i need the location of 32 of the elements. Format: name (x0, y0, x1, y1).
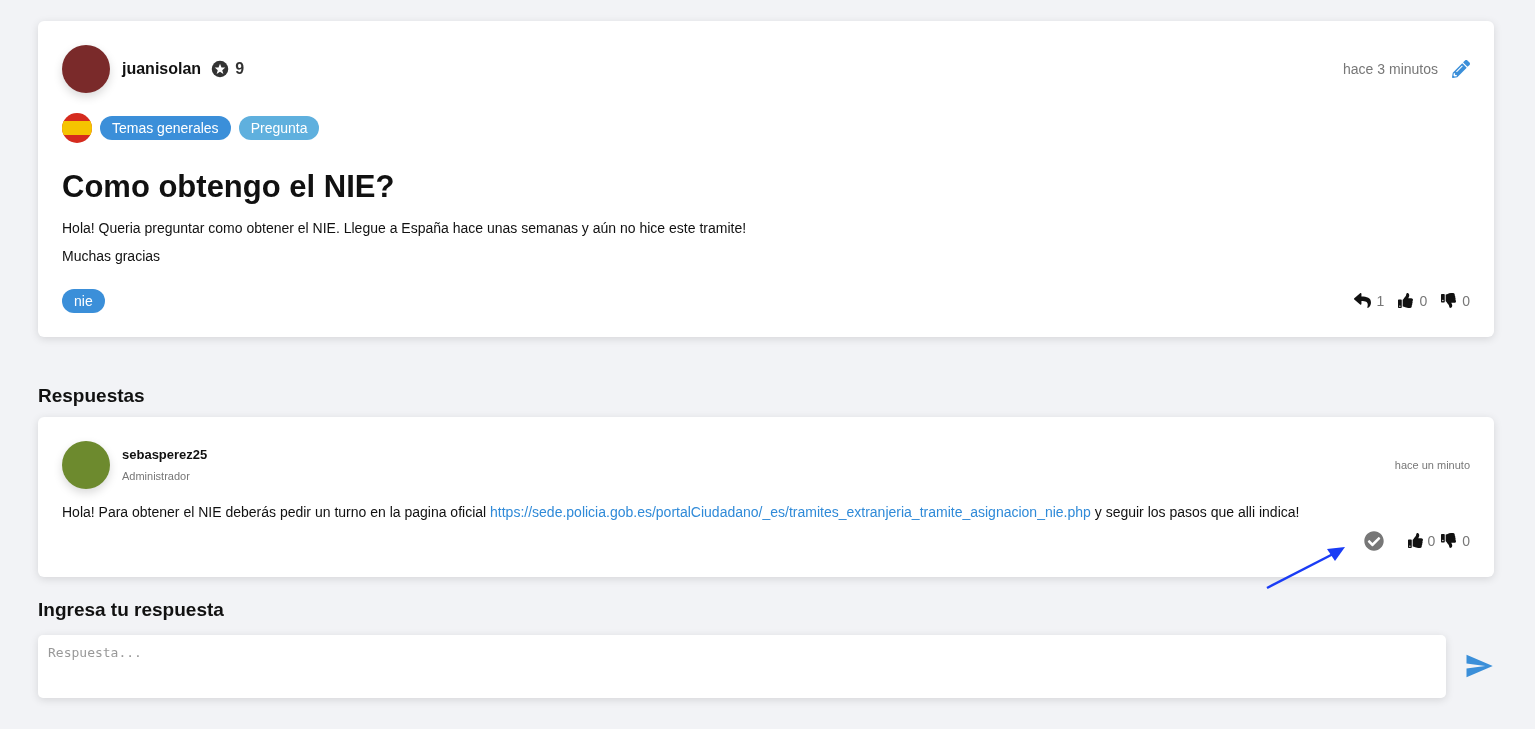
thumbs-up-icon[interactable] (1398, 293, 1414, 309)
like-count: 0 (1427, 532, 1436, 549)
answer-time: hace un minuto (1394, 458, 1470, 471)
post-time: hace 3 minutos (1343, 61, 1438, 77)
thumbs-down-icon[interactable] (1441, 533, 1457, 549)
avatar-photo (62, 45, 110, 93)
dislike-count: 0 (1462, 532, 1470, 549)
official-link[interactable]: https://sede.policia.gob.es/portalCiudadano/_es/tramites_extranjeria_tramite_asignacion_nie.php (490, 503, 1091, 520)
author-name[interactable]: sebasperez25 (122, 447, 208, 463)
flag-icon (62, 113, 92, 143)
question-title: Como obtengo el NIE? (62, 169, 396, 205)
edit-icon[interactable] (1452, 60, 1470, 78)
author-name[interactable]: juanisolan (122, 60, 202, 78)
thumbs-down-icon[interactable] (1441, 293, 1457, 309)
keyword-tag[interactable]: nie (62, 288, 105, 313)
like-count: 0 (1419, 292, 1428, 309)
dislike-count: 0 (1462, 292, 1470, 309)
avatar-photo (62, 440, 110, 489)
author-role: Administrador (122, 470, 191, 483)
answer-field[interactable]: Respuesta... (38, 634, 1446, 698)
accept-check-icon[interactable] (1364, 530, 1385, 551)
answer-text: Hola! Para obtener el NIE deberás pedir un turno en la pagina oficial https://sede.policia.gob.es/portalCiudadano/_es/tramites_extranjeria_tramite_asignacion_nie.php y seguir los pasos que alli indica! (62, 502, 1301, 522)
answers-heading: Respuestas (38, 384, 146, 407)
reply-icon[interactable] (1353, 292, 1371, 310)
question-text: Muchas gracias (62, 246, 162, 266)
reply-heading: Ingresa tu respuesta (38, 598, 225, 621)
thumbs-up-icon[interactable] (1408, 533, 1424, 549)
question-text: Hola! Queria preguntar como obtener el NIE. Llegue a España hace unas semanas y aún no hice este tramite! (62, 219, 748, 238)
points-count: 9 (235, 60, 245, 78)
reply-count: 1 (1376, 292, 1385, 309)
category-tag[interactable]: Temas generales (100, 116, 231, 140)
category-tag[interactable]: Pregunta (238, 116, 320, 140)
